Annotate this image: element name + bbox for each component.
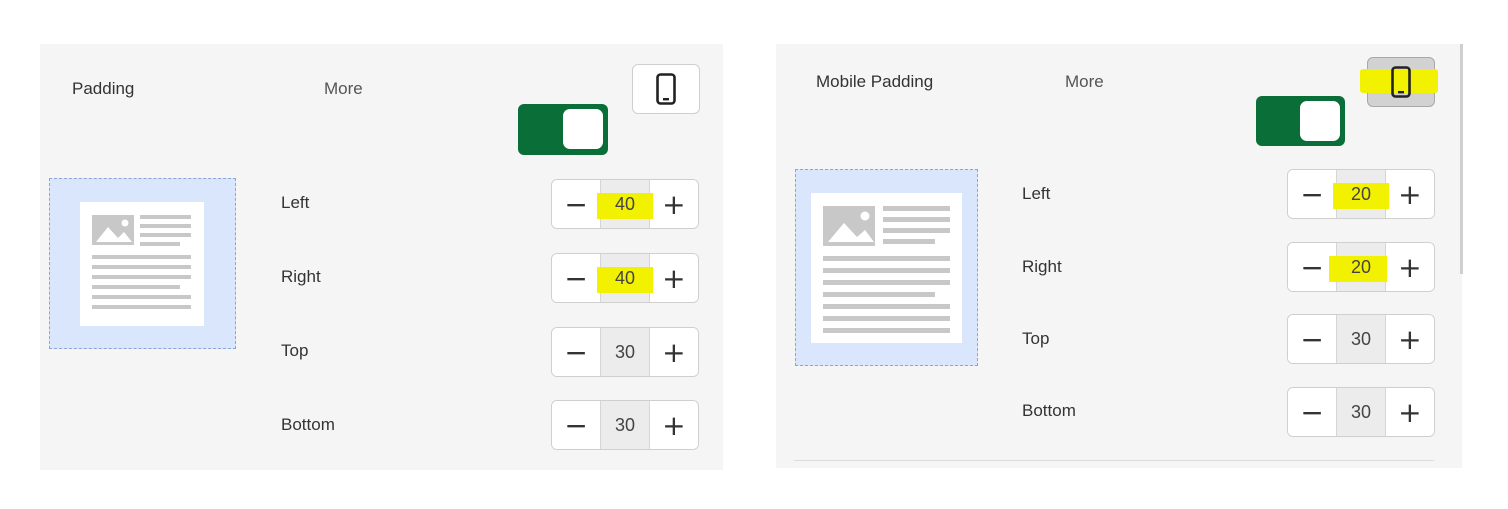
mobile-padding-top-value[interactable]: 30	[1336, 315, 1386, 363]
toggle-knob	[1300, 101, 1340, 141]
padding-title: Padding	[72, 79, 135, 98]
mobile-padding-right-value[interactable]: 20	[1329, 243, 1388, 291]
padding-preview	[49, 178, 236, 349]
mobile-phone-icon	[656, 73, 676, 105]
mobile-padding-preview	[795, 169, 978, 366]
padding-top-stepper[interactable]: − 30 +	[551, 327, 699, 377]
padding-left-value[interactable]: 40	[597, 180, 654, 228]
decrement-button[interactable]: −	[552, 254, 601, 302]
mobile-padding-right-stepper[interactable]: − 20 +	[1287, 242, 1435, 292]
row-label-bottom: Bottom	[281, 415, 335, 434]
page-layout-icon	[80, 202, 204, 326]
increment-button[interactable]: +	[1385, 170, 1434, 218]
increment-button[interactable]: +	[649, 180, 698, 228]
decrement-button[interactable]: −	[1288, 388, 1337, 436]
padding-left-stepper[interactable]: − 40 +	[551, 179, 699, 229]
mobile-padding-bottom-stepper[interactable]: − 30 +	[1287, 387, 1435, 437]
decrement-button[interactable]: −	[1288, 170, 1337, 218]
increment-button[interactable]: +	[649, 254, 698, 302]
row-label-top: Top	[281, 341, 309, 360]
mobile-padding-left-value[interactable]: 20	[1333, 170, 1390, 218]
mobile-device-button[interactable]	[632, 64, 700, 114]
decrement-button[interactable]: −	[552, 328, 601, 376]
mobile-padding-toggle[interactable]	[1256, 96, 1345, 146]
row-label-top: Top	[1022, 329, 1050, 348]
toggle-knob	[563, 109, 603, 149]
row-label-left: Left	[1022, 184, 1051, 203]
decrement-button[interactable]: −	[1288, 315, 1337, 363]
row-label-right: Right	[1022, 257, 1062, 276]
decrement-button[interactable]: −	[552, 180, 601, 228]
mobile-padding-title: Mobile Padding	[816, 72, 934, 91]
padding-right-stepper[interactable]: − 40 +	[551, 253, 699, 303]
increment-button[interactable]: +	[1385, 315, 1434, 363]
row-label-bottom: Bottom	[1022, 401, 1076, 420]
section-divider	[794, 460, 1434, 461]
increment-button[interactable]: +	[1385, 243, 1434, 291]
padding-toggle[interactable]	[518, 104, 608, 155]
padding-top-value[interactable]: 30	[600, 328, 650, 376]
row-label-left: Left	[281, 193, 310, 212]
decrement-button[interactable]: −	[552, 401, 601, 449]
scrollbar[interactable]	[1460, 44, 1463, 274]
padding-right-value[interactable]: 40	[597, 254, 654, 302]
mobile-device-button[interactable]	[1360, 57, 1438, 107]
more-link[interactable]: More	[324, 79, 363, 99]
mobile-phone-icon	[1391, 66, 1411, 98]
mobile-padding-left-stepper[interactable]: − 20 +	[1287, 169, 1435, 219]
mobile-padding-bottom-value[interactable]: 30	[1336, 388, 1386, 436]
more-link[interactable]: More	[1065, 72, 1104, 92]
increment-button[interactable]: +	[1385, 388, 1434, 436]
page-layout-icon	[811, 193, 962, 343]
row-label-right: Right	[281, 267, 321, 286]
padding-bottom-value[interactable]: 30	[600, 401, 650, 449]
increment-button[interactable]: +	[649, 328, 698, 376]
increment-button[interactable]: +	[649, 401, 698, 449]
padding-bottom-stepper[interactable]: − 30 +	[551, 400, 699, 450]
mobile-padding-top-stepper[interactable]: − 30 +	[1287, 314, 1435, 364]
